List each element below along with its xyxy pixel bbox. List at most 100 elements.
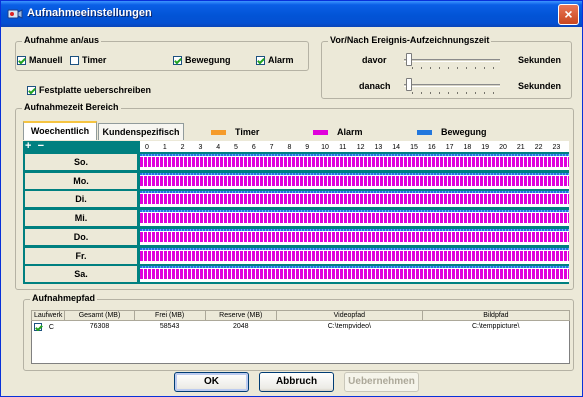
zoom-controls: + − <box>25 141 44 152</box>
hour-label: 5 <box>234 144 238 151</box>
festplatte-check-box[interactable] <box>27 85 36 95</box>
hour-label: 4 <box>216 144 221 151</box>
festplatte-label: Festplatte ueberschreiben <box>39 85 152 95</box>
hour-label: 0 <box>145 144 149 151</box>
bewegung-schedule-strip <box>140 210 569 213</box>
manuell-label: Manuell <box>29 55 63 65</box>
bewegung-schedule-strip <box>140 154 569 156</box>
alarm-schedule-strip <box>140 269 569 280</box>
day-schedule-bar[interactable] <box>140 210 569 227</box>
col-bildpfad[interactable]: Bildpfad <box>421 310 571 321</box>
hour-label: 23 <box>552 144 561 151</box>
legend-timer-label: Timer <box>235 127 260 137</box>
bewegung-schedule-strip <box>140 266 569 269</box>
record-camera-icon <box>7 9 23 19</box>
legend-timer: Timer <box>211 127 259 137</box>
bewegung-schedule-strip <box>140 247 569 250</box>
day-label[interactable]: Mo. <box>25 172 137 189</box>
bewegung-schedule-strip <box>140 191 569 194</box>
hour-label: 11 <box>339 144 347 151</box>
uebernehmen-button[interactable]: Uebernehmen <box>344 372 419 392</box>
manuell-check-box[interactable] <box>17 55 26 65</box>
timer-checkbox[interactable]: Timer <box>70 55 106 65</box>
day-label[interactable]: Fr. <box>25 247 137 264</box>
alarm-schedule-strip <box>140 157 569 167</box>
day-schedule-bar[interactable] <box>140 228 569 245</box>
hour-label: 12 <box>356 144 365 151</box>
danach-slider-thumb[interactable] <box>406 78 412 91</box>
close-button[interactable]: × <box>558 4 579 25</box>
day-label[interactable]: Sa. <box>25 266 137 283</box>
title-bar[interactable]: Aufnahmeeinstellungen × <box>1 1 582 27</box>
day-schedule-bar[interactable] <box>140 154 569 170</box>
hour-label: 22 <box>534 144 543 151</box>
zoom-in-button[interactable]: + <box>25 140 31 152</box>
day-row: Do. <box>23 227 569 245</box>
schedule-grid[interactable]: + − 0 1 2 3 4 5 6 7 8 9 10 11 12 13 14 15 16 17 18 19 20 21 22… <box>23 141 569 284</box>
festplatte-checkbox[interactable]: Festplatte ueberschreiben <box>27 85 151 95</box>
alarm-label: Alarm <box>268 55 294 65</box>
tab-woechentlich[interactable]: Woechentlich <box>23 121 97 140</box>
bewegung-check-box[interactable] <box>173 55 182 65</box>
alarm-checkbox[interactable]: Alarm <box>256 55 294 65</box>
davor-slider[interactable] <box>404 53 500 69</box>
alarm-check-box[interactable] <box>256 55 265 65</box>
legend-timer-swatch <box>211 129 226 135</box>
pfad-group-title: Aufnahmepfad <box>30 293 97 303</box>
hour-label: 21 <box>516 144 525 151</box>
day-label[interactable]: Do. <box>25 228 137 245</box>
day-row: Mi. <box>23 208 569 227</box>
davor-slider-ticks <box>408 67 497 69</box>
legend-bewegung-swatch <box>417 129 432 135</box>
davor-slider-rail <box>404 59 500 62</box>
bewegung-schedule-strip <box>140 172 569 175</box>
ok-button[interactable]: OK <box>174 372 249 392</box>
legend-alarm: Alarm <box>313 127 363 137</box>
davor-label: davor <box>362 55 387 65</box>
window-title: Aufnahmeeinstellungen <box>27 7 152 19</box>
legend-bewegung-label: Bewegung <box>441 127 487 137</box>
day-schedule-bar[interactable] <box>140 191 569 208</box>
day-label[interactable]: Di. <box>25 191 137 208</box>
alarm-schedule-strip <box>140 250 569 261</box>
alarm-schedule-strip <box>140 175 569 186</box>
day-schedule-bar[interactable] <box>140 172 569 189</box>
drive-checkbox[interactable] <box>34 322 42 331</box>
day-row: Mo. <box>23 171 569 189</box>
col-videopfad[interactable]: Videopfad <box>275 310 423 321</box>
col-laufwerk[interactable]: Laufwerk <box>30 310 66 321</box>
bewegung-schedule-strip <box>140 228 569 231</box>
day-schedule-bar[interactable] <box>140 266 569 283</box>
path-table: Laufwerk Gesamt (MB) Frei (MB) Reserve (… <box>30 310 571 333</box>
hour-label: 7 <box>269 144 274 151</box>
day-label[interactable]: So. <box>25 154 137 170</box>
alarm-schedule-strip <box>140 194 569 205</box>
zoom-out-button[interactable]: − <box>38 140 44 152</box>
col-frei[interactable]: Frei (MB) <box>133 310 206 321</box>
legend-alarm-swatch <box>313 129 328 135</box>
manuell-checkbox[interactable]: Manuell <box>17 55 63 65</box>
col-reserve[interactable]: Reserve (MB) <box>204 310 277 321</box>
hour-label: 2 <box>180 144 185 151</box>
zeitbereich-group-title: Aufnahmezeit Bereich <box>22 102 121 112</box>
davor-slider-thumb[interactable] <box>406 53 412 66</box>
timer-check-box[interactable] <box>70 55 79 65</box>
hour-label: 6 <box>251 144 256 151</box>
tab-kundenspezifisch[interactable]: Kundenspezifisch <box>98 123 184 140</box>
bewegung-label: Bewegung <box>185 55 231 65</box>
hour-label: 10 <box>321 144 329 151</box>
col-gesamt[interactable]: Gesamt (MB) <box>64 310 135 321</box>
day-label[interactable]: Mi. <box>25 210 137 227</box>
legend-bewegung: Bewegung <box>417 127 487 137</box>
hour-label: 19 <box>481 144 490 151</box>
hour-label: 14 <box>392 144 401 151</box>
hour-label: 8 <box>287 144 292 151</box>
bewegung-checkbox[interactable]: Bewegung <box>173 55 231 65</box>
vornach-group-title: Vor/Nach Ereignis-Aufzeichnungszeit <box>328 35 492 45</box>
day-schedule-bar[interactable] <box>140 247 569 264</box>
recording-settings-dialog: Aufnahmeeinstellungen × Aufnahme an/aus … <box>0 0 583 397</box>
davor-unit: Sekunden <box>518 55 562 65</box>
abbruch-button[interactable]: Abbruch <box>259 372 334 392</box>
aufnahme-group-title: Aufnahme an/aus <box>22 35 102 45</box>
danach-slider[interactable] <box>404 78 500 94</box>
